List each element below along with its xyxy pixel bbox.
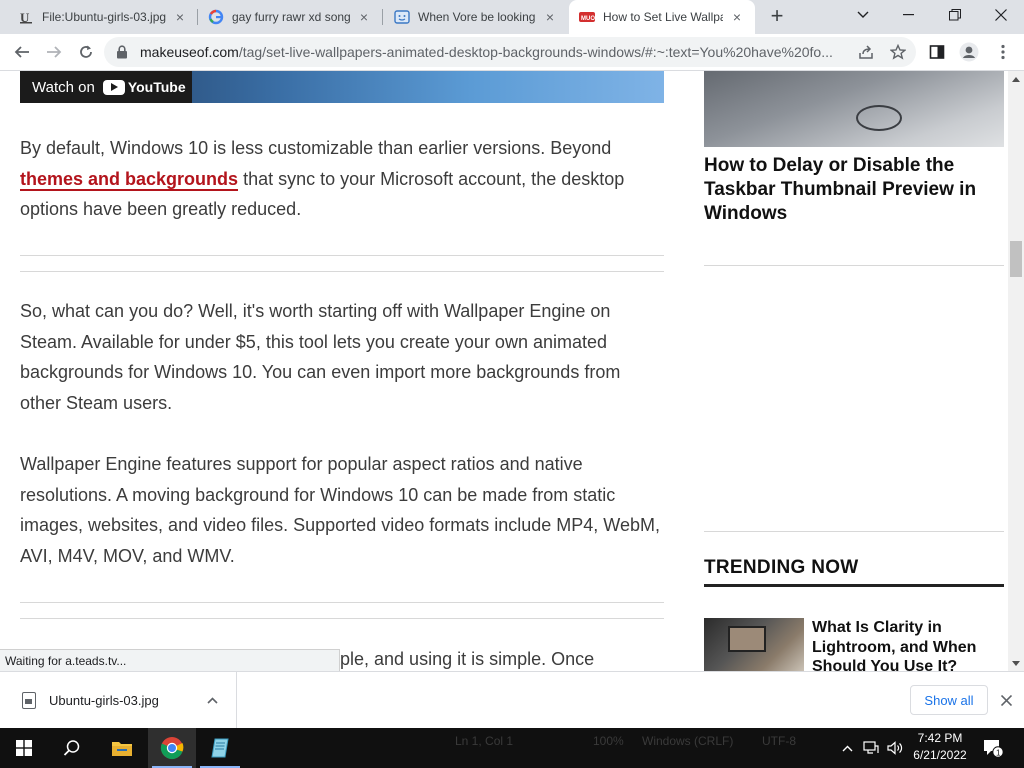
tab-title: How to Set Live Wallpa xyxy=(603,10,723,24)
ghost-status-eol: Windows (CRLF) xyxy=(642,734,734,748)
tab-close-icon[interactable]: × xyxy=(542,9,558,25)
scroll-up-arrow-icon[interactable] xyxy=(1008,71,1024,87)
minimize-button[interactable] xyxy=(886,0,932,30)
side-panel-icon[interactable] xyxy=(923,38,951,66)
ghost-status-line: Ln 1, Col 1 xyxy=(455,734,514,748)
download-item[interactable]: Ubuntu-girls-03.jpg xyxy=(0,672,237,728)
youtube-logo-icon: YouTube xyxy=(102,79,186,95)
watch-on-label: Watch on xyxy=(32,78,95,96)
search-icon[interactable] xyxy=(48,728,96,768)
tab-ubuntu-girls[interactable]: U File:Ubuntu-girls-03.jpg × xyxy=(8,0,198,34)
trending-article-title-link[interactable]: What Is Clarity in Lightroom, and When S… xyxy=(812,618,1002,671)
forward-arrow-icon[interactable] xyxy=(40,38,68,66)
tab-close-icon[interactable]: × xyxy=(172,9,188,25)
download-file-name: Ubuntu-girls-03.jpg xyxy=(49,692,159,708)
related-article-title-link[interactable]: How to Delay or Disable the Taskbar Thum… xyxy=(704,154,1004,226)
google-favicon-icon xyxy=(208,9,224,25)
ghost-status-zoom: 100% xyxy=(593,734,624,748)
article-paragraph-4-partial: ple, and using it is simple. Once xyxy=(340,649,595,669)
trending-underline xyxy=(704,584,1004,587)
tab-title: File:Ubuntu-girls-03.jpg xyxy=(42,10,166,24)
tab-title: gay furry rawr xd song xyxy=(232,10,350,24)
divider xyxy=(20,255,664,256)
ghost-status-encoding: UTF-8 xyxy=(762,734,796,748)
new-tab-button[interactable]: + xyxy=(764,4,790,30)
sidebar-divider xyxy=(704,265,1004,266)
notepad-icon[interactable] xyxy=(196,728,244,768)
address-bar[interactable]: makeuseof.com/tag/set-live-wallpapers-an… xyxy=(104,37,916,67)
tab-close-icon[interactable]: × xyxy=(729,9,745,25)
network-icon[interactable] xyxy=(860,728,882,768)
show-all-button[interactable]: Show all xyxy=(910,685,988,715)
makeuseof-favicon-icon: MUO xyxy=(579,9,595,25)
youtube-video-embed[interactable]: Watch on YouTube xyxy=(20,71,664,103)
watch-on-youtube-button[interactable]: Watch on YouTube xyxy=(20,71,192,103)
reload-icon[interactable] xyxy=(72,38,100,66)
tab-search-chevron-icon[interactable] xyxy=(840,0,886,30)
close-window-button[interactable] xyxy=(978,0,1024,30)
menu-kebab-icon[interactable] xyxy=(989,38,1017,66)
bookmark-star-icon[interactable] xyxy=(884,38,912,66)
url-path: /tag/set-live-wallpapers-animated-deskto… xyxy=(238,44,833,60)
scroll-down-arrow-icon[interactable] xyxy=(1008,655,1024,671)
share-icon[interactable] xyxy=(852,38,880,66)
download-shelf: Ubuntu-girls-03.jpg Show all xyxy=(0,671,1024,728)
wikimedia-favicon-icon: U xyxy=(18,9,34,25)
system-clock[interactable]: 7:42 PM 6/21/2022 xyxy=(906,730,974,764)
page-scrollbar[interactable] xyxy=(1008,71,1024,671)
article-paragraph-2: So, what can you do? Well, it's worth st… xyxy=(20,301,621,414)
trackpad-ring-graphic xyxy=(856,105,902,131)
article-paragraph-3: Wallpaper Engine features support for po… xyxy=(20,454,660,567)
image-file-icon xyxy=(22,691,36,709)
divider xyxy=(20,271,664,272)
paragraph-text: By default, Windows 10 is less customiza… xyxy=(20,138,612,158)
chrome-icon[interactable] xyxy=(148,728,196,768)
clock-date: 6/21/2022 xyxy=(913,748,967,762)
article-paragraph-1: By default, Windows 10 is less customiza… xyxy=(20,133,664,225)
tab-separator xyxy=(382,9,383,25)
restore-button[interactable] xyxy=(932,0,978,30)
back-arrow-icon[interactable] xyxy=(8,38,36,66)
tab-title: When Vore be looking xyxy=(418,10,536,24)
sidebar-divider xyxy=(704,531,1004,532)
tab-strip: U File:Ubuntu-girls-03.jpg × gay furry r… xyxy=(0,0,1024,34)
action-center-icon[interactable]: 1 xyxy=(976,728,1010,768)
file-explorer-folder-icon[interactable] xyxy=(98,728,146,768)
scrollbar-thumb[interactable] xyxy=(1010,241,1022,277)
web-page: Watch on YouTube By default, Windows 10 … xyxy=(0,71,1008,671)
clock-time: 7:42 PM xyxy=(917,731,963,745)
close-downloads-icon[interactable] xyxy=(996,690,1016,710)
related-article-thumbnail[interactable] xyxy=(704,71,1004,147)
tab-vore-meme[interactable]: When Vore be looking × xyxy=(384,0,568,34)
lock-icon[interactable] xyxy=(116,45,130,59)
trending-article-thumbnail[interactable] xyxy=(704,618,804,671)
divider xyxy=(20,618,664,619)
svg-text:MUO: MUO xyxy=(581,16,595,22)
youtube-brand-text: YouTube xyxy=(127,79,186,95)
url-text: makeuseof.com/tag/set-live-wallpapers-an… xyxy=(140,44,916,60)
monitor-graphic xyxy=(728,626,766,652)
face-favicon-icon xyxy=(394,9,410,25)
tab-makeuseof-active[interactable]: MUO How to Set Live Wallpa × xyxy=(569,0,755,34)
chevron-up-icon[interactable] xyxy=(204,692,220,708)
tab-close-icon[interactable]: × xyxy=(356,9,372,25)
divider xyxy=(20,602,664,603)
screen: U File:Ubuntu-girls-03.jpg × gay furry r… xyxy=(0,0,1024,768)
browser-toolbar: makeuseof.com/tag/set-live-wallpapers-an… xyxy=(0,34,1024,71)
url-host: makeuseof.com xyxy=(140,44,239,60)
loading-status-bubble: Waiting for a.teads.tv... xyxy=(0,649,340,671)
notification-count-badge: 1 xyxy=(996,749,1001,758)
themes-and-backgrounds-link[interactable]: themes and backgrounds xyxy=(20,168,239,191)
trending-now-heading: TRENDING NOW xyxy=(704,557,859,578)
start-windows-icon[interactable] xyxy=(0,728,48,768)
tab-google-search[interactable]: gay furry rawr xd song × xyxy=(198,0,382,34)
tray-chevron-up-icon[interactable] xyxy=(836,728,858,768)
volume-icon[interactable] xyxy=(884,728,906,768)
profile-avatar-icon[interactable] xyxy=(955,38,983,66)
